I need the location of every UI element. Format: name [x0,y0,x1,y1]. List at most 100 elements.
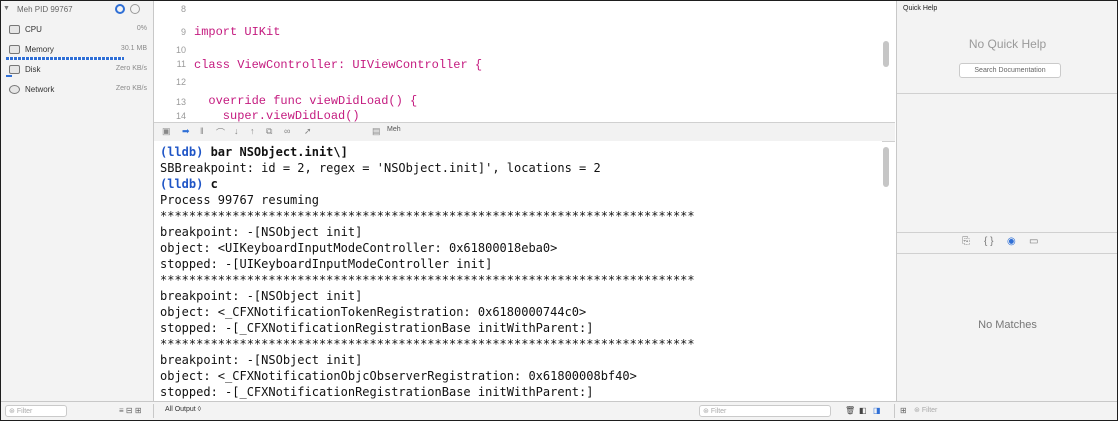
console-line: object: <_CFXNotificationObjcObserverReg… [160,369,637,383]
nav-item-label: Network [25,85,55,94]
memory-gauge-icon [9,45,20,54]
code-snippet-library-icon[interactable]: { } [984,236,993,247]
disk-usage-bar [6,75,12,77]
line-number: 8 [180,4,186,14]
no-quick-help-text: No Quick Help [968,37,1047,51]
console-line: breakpoint: -[NSObject init] [160,289,363,303]
divider [894,404,895,418]
console-line: stopped: -[UIKeyboardInputModeController… [160,257,493,271]
media-library-icon[interactable]: ▭ [1029,236,1038,247]
library-grid-icon[interactable]: ⊞ [900,406,907,415]
navigator-options-icon[interactable]: ≡ ⊟ ⊞ [119,406,142,415]
console-line: SBBreakpoint: id = 2, regex = 'NSObject.… [160,161,601,175]
location-icon[interactable]: ➚ [304,126,312,137]
network-gauge-icon [9,85,20,94]
code-line: super.viewDidLoad() [194,109,360,123]
trash-icon[interactable]: 🗑 [845,406,855,415]
nav-item-value: Zero KB/s [115,65,147,72]
search-documentation-button[interactable]: Search Documentation [959,63,1061,78]
process-status-icon[interactable] [115,4,125,14]
console-line: (lldb) c [160,177,218,191]
console-line: breakpoint: -[NSObject init] [160,353,363,367]
bottom-bar: ⊛ Filter ≡ ⊟ ⊞ All Output ◊ ⊛ Filter 🗑 ◧… [1,401,1117,420]
disclosure-triangle-icon[interactable]: ▼ [3,5,10,12]
editor-scrollbar[interactable] [883,41,889,67]
process-row[interactable]: ▼ Meh PID 99767 [1,1,153,21]
console-line: Process 99767 resuming [160,193,319,207]
console-command: c [203,177,218,191]
console-command: bar NSObject.init\] [203,145,348,159]
hide-debug-area-icon[interactable]: ▣ [162,126,171,137]
line-number: 14 [175,111,186,121]
process-label: Meh PID 99767 [17,5,73,14]
no-matches-text: No Matches [978,319,1037,331]
scheme-label[interactable]: Meh [387,126,401,133]
memory-graph-icon[interactable]: ∞ [284,126,290,136]
console-line: stopped: -[_CFXNotificationRegistrationB… [160,321,594,335]
console-line: object: <UIKeyboardInputModeController: … [160,241,558,255]
code-line: class ViewController: UIViewController { [194,58,483,72]
console-line: stopped: -[_CFXNotificationRegistrationB… [160,385,594,399]
navigator-filter-field[interactable]: ⊛ Filter [5,405,67,417]
nav-item-value: 0% [136,25,147,32]
console-line: ****************************************… [160,273,695,287]
nav-item-cpu[interactable]: CPU 0% [1,21,153,41]
console-line: ****************************************… [160,209,695,223]
lldb-prompt: (lldb) [160,145,204,159]
nav-item-label: Disk [25,65,41,74]
view-hierarchy-icon[interactable]: ⧉ [266,126,272,137]
nav-item-value: 30.1 MB [120,45,147,52]
inspector-divider [897,93,1117,94]
breakpoints-toggle-icon[interactable]: ➡ [182,126,190,137]
nav-item-memory[interactable]: Memory 30.1 MB [1,41,153,61]
console-filter-field[interactable]: ⊛ Filter [699,405,831,417]
filter-placeholder: Filter [16,408,33,415]
console-line: object: <_CFXNotificationTokenRegistrati… [160,305,587,319]
code-line: override func viewDidLoad() { [194,94,418,108]
console-line: (lldb) bar NSObject.init\] [160,145,348,159]
line-number: 9 [180,27,186,37]
nav-item-disk[interactable]: Disk Zero KB/s [1,61,153,81]
split-left-icon[interactable]: ◧ [859,406,867,415]
step-out-icon[interactable]: ↑ [250,126,255,136]
object-library-icon[interactable]: ◉ [1007,236,1016,247]
console-scrollbar[interactable] [883,147,889,187]
lldb-console[interactable]: (lldb) bar NSObject.init\] SBBreakpoint:… [154,141,882,401]
filter-placeholder: Filter [710,408,727,415]
step-into-icon[interactable]: ↓ [234,126,239,136]
process-info-icon[interactable] [130,4,140,14]
nav-item-value: Zero KB/s [115,85,147,92]
line-number: 12 [175,77,186,87]
cpu-gauge-icon [9,25,20,34]
line-number: 13 [175,97,186,107]
line-number-gutter: 8 9 10 11 12 13 14 [154,1,190,122]
pause-icon[interactable]: ‖ [200,126,204,136]
filter-placeholder: Filter [921,407,938,414]
debug-navigator: ▼ Meh PID 99767 CPU 0% Memory 30.1 MB Di… [1,1,154,401]
divider [153,404,154,418]
source-editor[interactable]: 8 9 10 11 12 13 14 import UIKit class Vi… [154,1,895,123]
nav-item-label: Memory [25,45,54,54]
xcode-window: ▼ Meh PID 99767 CPU 0% Memory 30.1 MB Di… [0,0,1118,421]
quick-help-title: Quick Help [903,5,938,12]
utilities-inspector: Quick Help No Quick Help Search Document… [896,1,1117,401]
debug-toolbar: ▣ ➡ ‖ ⌒ ↓ ↑ ⧉ ∞ ➚ ▤ Meh [154,122,895,142]
code-line: import UIKit [194,25,281,39]
step-over-icon[interactable]: ⌒ [216,126,225,139]
disk-gauge-icon [9,65,20,74]
console-line: ****************************************… [160,337,695,351]
lldb-prompt: (lldb) [160,177,204,191]
inspector-divider [897,253,1117,254]
line-number: 10 [175,45,186,55]
split-right-icon[interactable]: ◨ [873,406,881,415]
memory-usage-bar [6,57,124,60]
output-selector[interactable]: All Output ◊ [165,406,201,413]
library-tabs: ⎘ { } ◉ ▭ [897,233,1117,253]
nav-item-label: CPU [25,25,42,34]
library-filter-field[interactable]: ⊛ Filter [911,405,1111,417]
scheme-icon: ▤ [372,126,381,136]
file-template-library-icon[interactable]: ⎘ [962,236,970,247]
line-number: 11 [176,59,186,69]
nav-item-network[interactable]: Network Zero KB/s [1,81,153,101]
console-line: breakpoint: -[NSObject init] [160,225,363,239]
